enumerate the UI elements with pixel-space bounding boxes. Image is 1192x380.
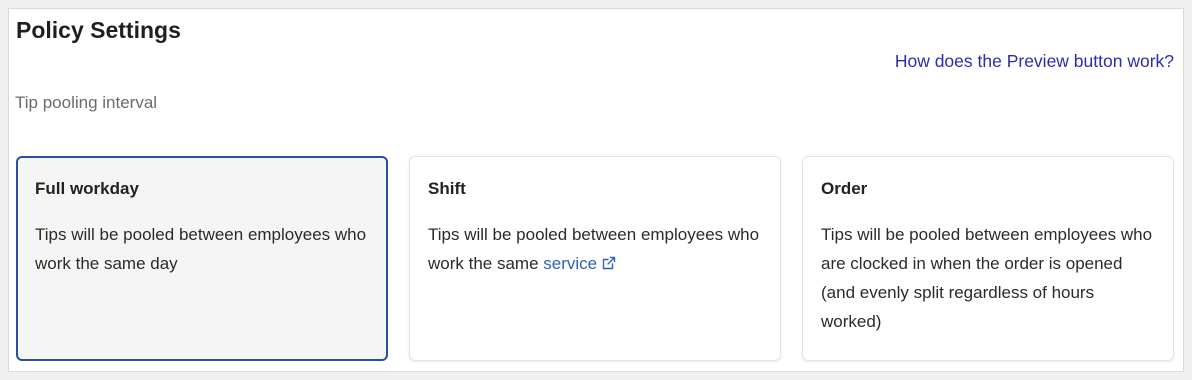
page-title: Policy Settings [16, 17, 181, 43]
card-description: Tips will be pooled between employees wh… [821, 225, 1153, 331]
service-link[interactable]: service [543, 254, 617, 273]
card-title: Shift [428, 179, 466, 198]
card-title: Full workday [35, 179, 139, 198]
tip-pooling-interval-label: Tip pooling interval [15, 93, 158, 112]
policy-settings-panel: Policy Settings How does the Preview but… [8, 8, 1184, 372]
option-card-order[interactable]: Order Tips will be pooled between employ… [802, 156, 1174, 361]
option-card-full-workday[interactable]: Full workday Tips will be pooled between… [16, 156, 388, 361]
external-link-icon [601, 251, 617, 280]
preview-help-link[interactable]: How does the Preview button work? [895, 51, 1174, 72]
option-card-shift[interactable]: Shift Tips will be pooled between employ… [409, 156, 781, 361]
card-description: Tips will be pooled between employees wh… [35, 225, 367, 273]
card-title: Order [821, 179, 868, 198]
service-link-label: service [543, 254, 598, 273]
card-description: Tips will be pooled between employees wh… [428, 220, 762, 280]
